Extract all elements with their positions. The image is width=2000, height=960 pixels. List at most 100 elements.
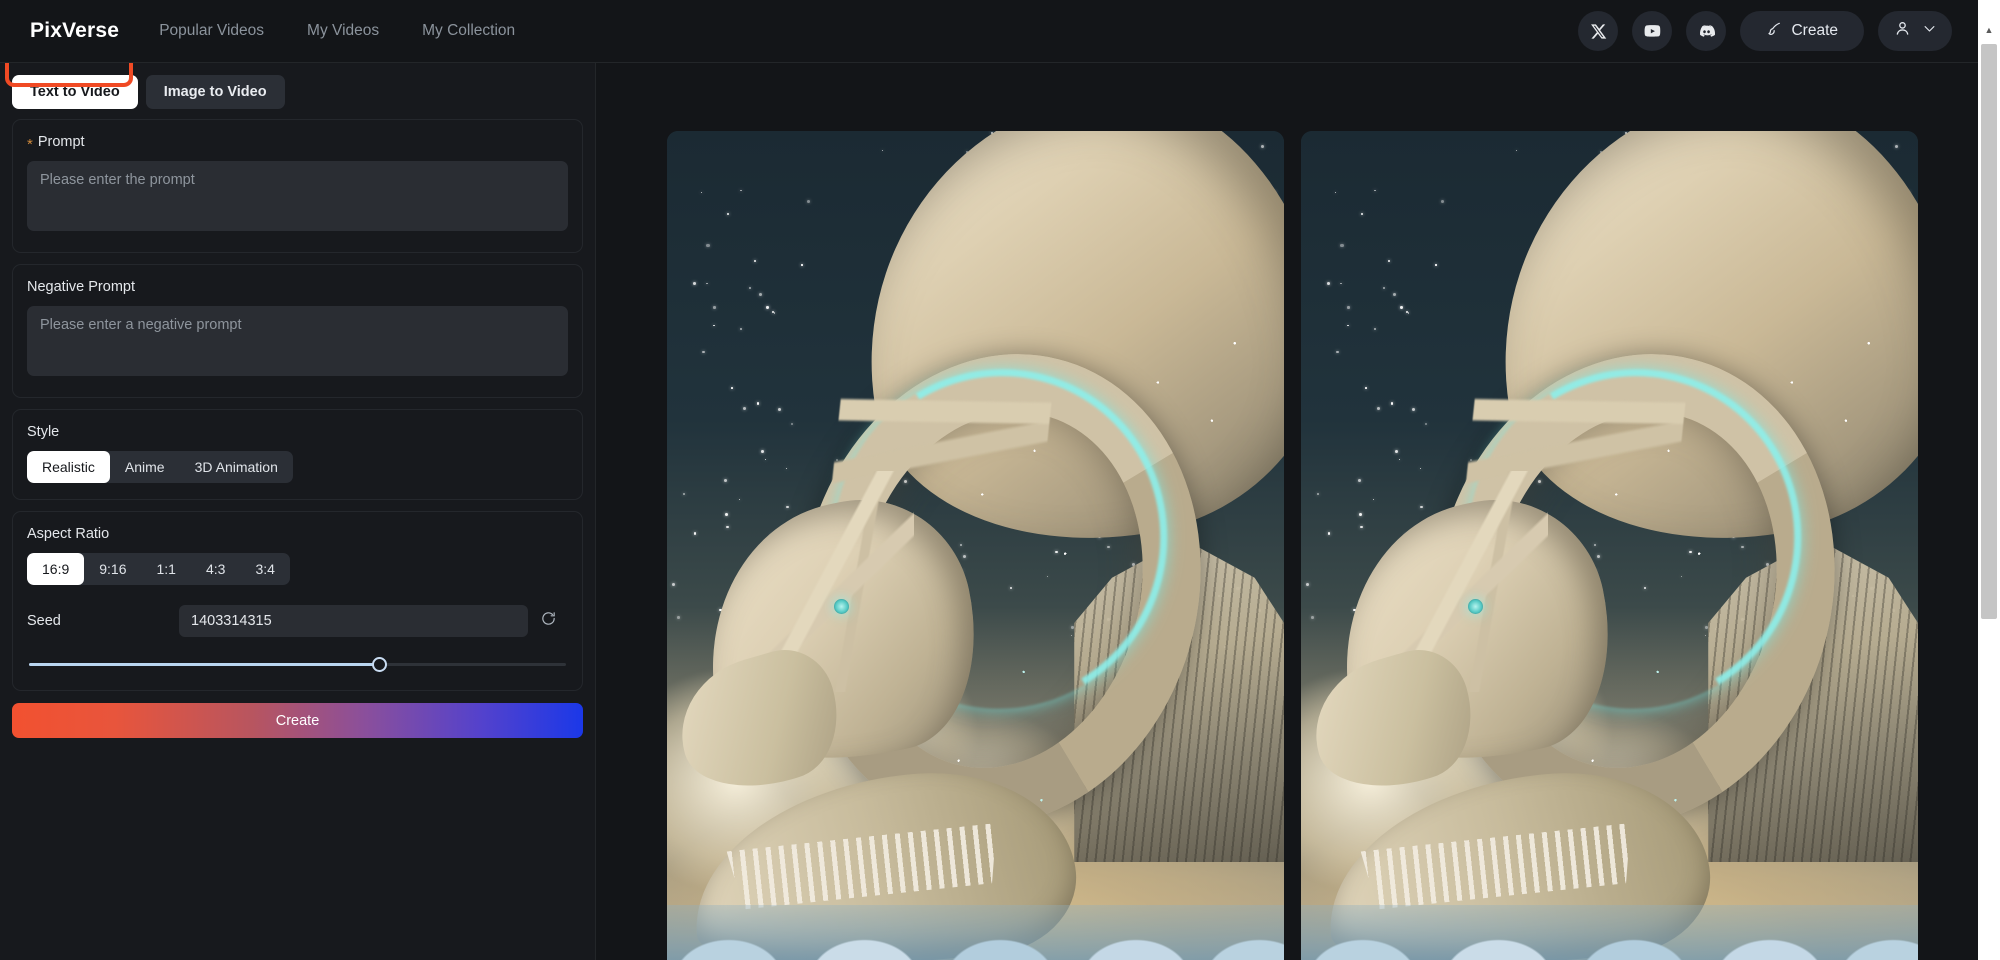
slider-thumb[interactable] — [371, 657, 387, 672]
scrollbar-up-arrow[interactable]: ▲ — [1981, 22, 1997, 38]
seed-label: Seed — [27, 613, 61, 629]
seed-slider[interactable] — [27, 656, 568, 674]
nav-item-my-videos[interactable]: My Videos — [307, 22, 379, 40]
generation-sidebar: Text to Video Image to Video * Prompt Ne… — [0, 63, 596, 960]
star-dot — [1441, 200, 1445, 204]
style-option-realistic[interactable]: Realistic — [27, 451, 110, 483]
star-dot — [1316, 492, 1319, 495]
style-option-3d-animation[interactable]: 3D Animation — [180, 451, 293, 483]
style-card: Style Realistic Anime 3D Animation — [12, 409, 583, 500]
video-result-1[interactable] — [667, 131, 1284, 960]
aspect-ratio-card: Aspect Ratio 16:9 9:16 1:1 4:3 3:4 Seed — [12, 511, 583, 691]
star-dot — [1435, 264, 1437, 266]
star-dot — [676, 615, 680, 619]
aspect-option-16-9[interactable]: 16:9 — [27, 553, 85, 585]
prompt-label: Prompt — [37, 134, 85, 150]
star-dot — [705, 282, 708, 285]
brush-icon — [1766, 21, 1782, 42]
star-dot — [701, 350, 705, 354]
aspect-option-1-1[interactable]: 1:1 — [142, 553, 191, 585]
chevron-down-icon — [1922, 21, 1937, 41]
artwork-dragon-eye — [833, 598, 849, 614]
seed-input[interactable] — [179, 605, 528, 637]
star-dot — [1398, 458, 1401, 461]
refresh-icon — [540, 610, 557, 632]
star-dot — [1376, 406, 1381, 411]
top-header: PixVerse Popular Videos My Videos My Col… — [0, 0, 1978, 63]
star-dot — [1339, 282, 1342, 285]
tab-text-to-video[interactable]: Text to Video — [12, 75, 138, 109]
star-dot — [1400, 306, 1403, 309]
scrollbar-thumb[interactable] — [1981, 44, 1997, 619]
seed-row: Seed — [27, 605, 568, 637]
star-dot — [1327, 282, 1330, 286]
star-dot — [1895, 144, 1899, 148]
aspect-ratio-options: 16:9 9:16 1:1 4:3 3:4 — [27, 553, 290, 585]
video-result-2[interactable] — [1301, 131, 1918, 960]
x-twitter-button[interactable] — [1578, 11, 1619, 51]
required-asterisk: * — [27, 135, 33, 153]
star-dot — [1310, 615, 1314, 619]
negative-prompt-input[interactable] — [27, 306, 568, 376]
star-dot — [671, 582, 675, 587]
seed-refresh-button[interactable] — [528, 610, 568, 632]
negative-prompt-label: Negative Prompt — [27, 279, 135, 295]
main-nav: Popular Videos My Videos My Collection — [159, 22, 515, 40]
star-dot — [881, 149, 883, 152]
slider-fill — [29, 663, 381, 666]
artwork-dragon-eye — [1467, 598, 1483, 614]
star-dot — [1334, 191, 1336, 194]
aspect-option-9-16[interactable]: 9:16 — [84, 553, 141, 585]
star-dot — [807, 200, 811, 204]
star-dot — [693, 282, 696, 286]
star-dot — [791, 423, 794, 426]
star-dot — [1365, 387, 1367, 389]
star-dot — [726, 526, 729, 529]
header-create-label: Create — [1791, 22, 1838, 39]
discord-icon — [1697, 22, 1716, 41]
user-menu-button[interactable] — [1878, 11, 1952, 51]
discord-button[interactable] — [1686, 11, 1727, 51]
star-dot — [742, 406, 747, 411]
star-dot — [682, 492, 685, 495]
aspect-option-4-3[interactable]: 4:3 — [191, 553, 240, 585]
results-area — [596, 63, 1978, 960]
style-options: Realistic Anime 3D Animation — [27, 451, 293, 483]
x-twitter-icon — [1590, 23, 1607, 40]
submit-create-button[interactable]: Create — [12, 703, 583, 738]
star-dot — [1327, 531, 1331, 535]
star-dot — [731, 387, 733, 389]
star-dot — [1340, 244, 1344, 248]
star-dot — [753, 259, 756, 263]
star-dot — [777, 408, 781, 412]
star-dot — [1382, 286, 1385, 290]
nav-item-my-collection[interactable]: My Collection — [422, 22, 515, 40]
star-dot — [1357, 479, 1361, 483]
style-option-anime[interactable]: Anime — [110, 451, 180, 483]
tab-image-to-video[interactable]: Image to Video — [145, 75, 285, 109]
star-dot — [1372, 498, 1375, 501]
browser-scrollbar[interactable]: ▲ — [1978, 0, 2000, 960]
nav-item-popular-videos[interactable]: Popular Videos — [159, 22, 264, 40]
youtube-button[interactable] — [1632, 11, 1673, 51]
prompt-input[interactable] — [27, 161, 568, 231]
youtube-icon — [1643, 22, 1662, 41]
user-icon — [1893, 19, 1912, 43]
star-dot — [727, 212, 730, 215]
star-dot — [723, 479, 727, 483]
star-dot — [706, 244, 710, 248]
aspect-option-3-4[interactable]: 3:4 — [240, 553, 289, 585]
header-create-button[interactable]: Create — [1740, 11, 1864, 51]
brand-logo[interactable]: PixVerse — [30, 19, 119, 43]
header-actions: Create — [1578, 11, 1952, 51]
negative-prompt-card: Negative Prompt — [12, 264, 583, 398]
star-dot — [1373, 327, 1376, 330]
star-dot — [756, 401, 760, 405]
star-dot — [786, 467, 788, 470]
star-dot — [700, 191, 702, 194]
star-dot — [766, 306, 769, 309]
star-dot — [1515, 149, 1517, 152]
star-dot — [1407, 311, 1410, 314]
prompt-card: * Prompt — [12, 119, 583, 253]
star-dot — [748, 286, 751, 290]
